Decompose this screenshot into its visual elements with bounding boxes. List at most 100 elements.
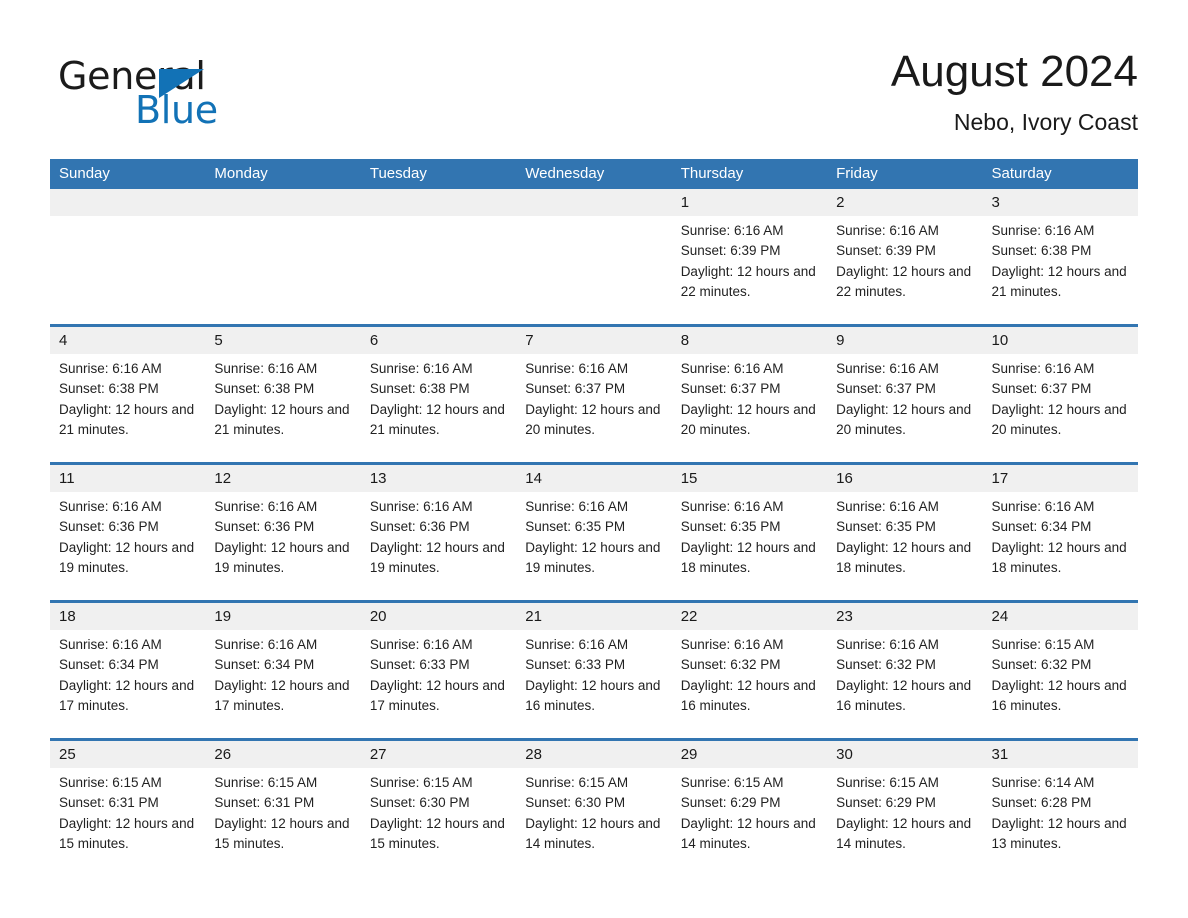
day-number [205,189,361,216]
calendar-week-row: 25 Sunrise: 6:15 AM Sunset: 6:31 PM Dayligh… [50,738,1138,876]
sunset-text: Sunset: 6:38 PM [991,243,1092,259]
day-number: 4 [50,327,206,354]
daylight-text: Daylight: 12 hours and 15 minutes. [59,815,195,851]
calendar-day-cell[interactable]: 27 Sunrise: 6:15 AM Sunset: 6:30 PM Dayligh… [360,741,517,873]
daylight-text: Daylight: 12 hours and 21 minutes. [59,401,195,437]
day-details: Sunrise: 6:16 AM Sunset: 6:32 PM Daylight:… [672,630,827,716]
calendar-day-cell[interactable]: 14 Sunrise: 6:16 AM Sunset: 6:35 PM Dayligh… [516,465,672,597]
calendar-day-cell[interactable]: 21 Sunrise: 6:16 AM Sunset: 6:33 PM Dayligh… [516,603,672,735]
weekday-header-saturday: Saturday [991,165,1052,182]
day-details: Sunrise: 6:15 AM Sunset: 6:29 PM Daylight:… [672,768,827,854]
calendar-day-cell[interactable]: 20 Sunrise: 6:16 AM Sunset: 6:33 PM Dayligh… [360,603,517,735]
sunrise-text: Sunrise: 6:16 AM [836,499,939,514]
sunrise-text: Sunrise: 6:15 AM [680,775,784,790]
calendar-day-cell[interactable]: 12 Sunrise: 6:16 AM Sunset: 6:36 PM Dayligh… [205,465,361,597]
sunset-text: Sunset: 6:31 PM [214,795,315,811]
daylight-text: Daylight: 12 hours and 14 minutes. [836,815,972,851]
sunrise-text: Sunrise: 6:16 AM [991,223,1095,238]
sunrise-text: Sunrise: 6:16 AM [369,499,473,514]
day-number [360,189,517,216]
daylight-text: Daylight: 12 hours and 21 minutes. [214,401,350,437]
sunrise-text: Sunrise: 6:16 AM [836,637,939,652]
day-number: 29 [671,741,828,768]
sunset-text: Sunset: 6:36 PM [59,519,159,535]
sunrise-text: Sunrise: 6:16 AM [525,637,629,652]
day-details: Sunrise: 6:16 AM Sunset: 6:34 PM Daylight:… [983,492,1138,578]
sunrise-text: Sunrise: 6:16 AM [59,499,162,514]
sunset-text: Sunset: 6:39 PM [680,243,781,259]
calendar-day-cell[interactable]: 7 Sunrise: 6:16 AM Sunset: 6:37 PM Daylight… [516,327,672,459]
calendar-day-cell[interactable]: 1 Sunrise: 6:16 AM Sunset: 6:39 PM Daylight… [671,189,828,321]
calendar-day-cell[interactable]: 23 Sunrise: 6:16 AM Sunset: 6:32 PM Dayligh… [827,603,983,735]
calendar-day-cell[interactable]: 13 Sunrise: 6:16 AM Sunset: 6:36 PM Dayligh… [360,465,517,597]
general-blue-logo[interactable]: General Blue [58,54,358,140]
daylight-text: Daylight: 12 hours and 20 minutes. [680,401,816,437]
daylight-text: Daylight: 12 hours and 21 minutes. [991,263,1127,299]
calendar-day-cell[interactable]: 30 Sunrise: 6:15 AM Sunset: 6:29 PM Dayligh… [827,741,983,873]
sunset-text: Sunset: 6:29 PM [680,795,781,811]
sunset-text: Sunset: 6:30 PM [525,795,626,811]
calendar-day-cell[interactable]: 22 Sunrise: 6:16 AM Sunset: 6:32 PM Dayligh… [671,603,828,735]
day-number: 1 [671,189,828,216]
calendar-day-cell[interactable]: 16 Sunrise: 6:16 AM Sunset: 6:35 PM Dayligh… [827,465,983,597]
daylight-text: Daylight: 12 hours and 19 minutes. [59,539,195,575]
day-number: 8 [671,327,828,354]
day-details: Sunrise: 6:16 AM Sunset: 6:37 PM Daylight:… [827,354,982,440]
calendar-day-cell[interactable]: 6 Sunrise: 6:16 AM Sunset: 6:38 PM Daylight… [360,327,517,459]
day-number [50,189,206,216]
sunset-text: Sunset: 6:33 PM [369,657,470,673]
logo-text-blue: Blue [135,88,218,132]
calendar-day-cell[interactable]: 15 Sunrise: 6:16 AM Sunset: 6:35 PM Dayligh… [671,465,828,597]
day-number: 23 [827,603,983,630]
day-details: Sunrise: 6:16 AM Sunset: 6:35 PM Daylight:… [827,492,982,578]
sunrise-text: Sunrise: 6:16 AM [836,223,939,238]
daylight-text: Daylight: 12 hours and 22 minutes. [836,263,972,299]
calendar-day-cell[interactable]: 4 Sunrise: 6:16 AM Sunset: 6:38 PM Daylight… [50,327,206,459]
day-number: 28 [516,741,672,768]
calendar-day-cell[interactable]: 5 Sunrise: 6:16 AM Sunset: 6:38 PM Daylight… [205,327,361,459]
calendar-day-cell[interactable]: 18 Sunrise: 6:16 AM Sunset: 6:34 PM Dayligh… [50,603,206,735]
day-details: Sunrise: 6:16 AM Sunset: 6:33 PM Daylight:… [361,630,516,716]
sunset-text: Sunset: 6:38 PM [214,381,315,397]
calendar-day-cell[interactable]: 3 Sunrise: 6:16 AM Sunset: 6:38 PM Daylight… [982,189,1138,321]
sunrise-text: Sunrise: 6:16 AM [680,223,784,238]
sunset-text: Sunset: 6:34 PM [59,657,159,673]
calendar-day-cell[interactable]: 24 Sunrise: 6:15 AM Sunset: 6:32 PM Dayligh… [982,603,1138,735]
calendar-day-cell[interactable]: 26 Sunrise: 6:15 AM Sunset: 6:31 PM Dayligh… [205,741,361,873]
daylight-text: Daylight: 12 hours and 13 minutes. [991,815,1127,851]
sunset-text: Sunset: 6:38 PM [59,381,159,397]
calendar-day-cell[interactable]: 29 Sunrise: 6:15 AM Sunset: 6:29 PM Dayligh… [671,741,828,873]
day-details: Sunrise: 6:15 AM Sunset: 6:32 PM Daylight:… [983,630,1138,716]
sunset-text: Sunset: 6:37 PM [525,381,626,397]
day-number: 13 [360,465,517,492]
calendar-day-cell[interactable]: 11 Sunrise: 6:16 AM Sunset: 6:36 PM Dayligh… [50,465,206,597]
daylight-text: Daylight: 12 hours and 14 minutes. [680,815,816,851]
calendar-day-cell[interactable]: 25 Sunrise: 6:15 AM Sunset: 6:31 PM Dayligh… [50,741,206,873]
daylight-text: Daylight: 12 hours and 19 minutes. [214,539,350,575]
calendar-day-cell[interactable]: 19 Sunrise: 6:16 AM Sunset: 6:34 PM Dayligh… [205,603,361,735]
day-number: 6 [360,327,517,354]
day-details: Sunrise: 6:16 AM Sunset: 6:39 PM Daylight:… [827,216,982,302]
calendar-day-cell[interactable]: 2 Sunrise: 6:16 AM Sunset: 6:39 PM Daylight… [827,189,983,321]
day-number: 15 [671,465,828,492]
calendar-week-row: 11 Sunrise: 6:16 AM Sunset: 6:36 PM Dayligh… [50,462,1138,600]
calendar-day-cell[interactable]: 17 Sunrise: 6:16 AM Sunset: 6:34 PM Dayligh… [982,465,1138,597]
day-number: 24 [982,603,1138,630]
sunrise-text: Sunrise: 6:16 AM [991,361,1095,376]
calendar-day-cell[interactable]: 9 Sunrise: 6:16 AM Sunset: 6:37 PM Daylight… [827,327,983,459]
daylight-text: Daylight: 12 hours and 18 minutes. [836,539,972,575]
sunrise-text: Sunrise: 6:16 AM [369,637,473,652]
day-number: 5 [205,327,361,354]
day-number: 7 [516,327,672,354]
daylight-text: Daylight: 12 hours and 17 minutes. [369,677,505,713]
calendar-day-cell[interactable]: 8 Sunrise: 6:16 AM Sunset: 6:37 PM Daylight… [671,327,828,459]
day-details: Sunrise: 6:16 AM Sunset: 6:34 PM Daylight:… [205,630,360,716]
calendar-day-cell[interactable]: 10 Sunrise: 6:16 AM Sunset: 6:37 PM Dayligh… [982,327,1138,459]
sunset-text: Sunset: 6:35 PM [836,519,936,535]
day-number: 3 [982,189,1138,216]
sunset-text: Sunset: 6:34 PM [214,657,315,673]
daylight-text: Daylight: 12 hours and 17 minutes. [59,677,195,713]
calendar-day-cell[interactable]: 31 Sunrise: 6:14 AM Sunset: 6:28 PM Dayligh… [982,741,1138,873]
calendar-day-cell[interactable]: 28 Sunrise: 6:15 AM Sunset: 6:30 PM Dayligh… [516,741,672,873]
day-number: 25 [50,741,206,768]
